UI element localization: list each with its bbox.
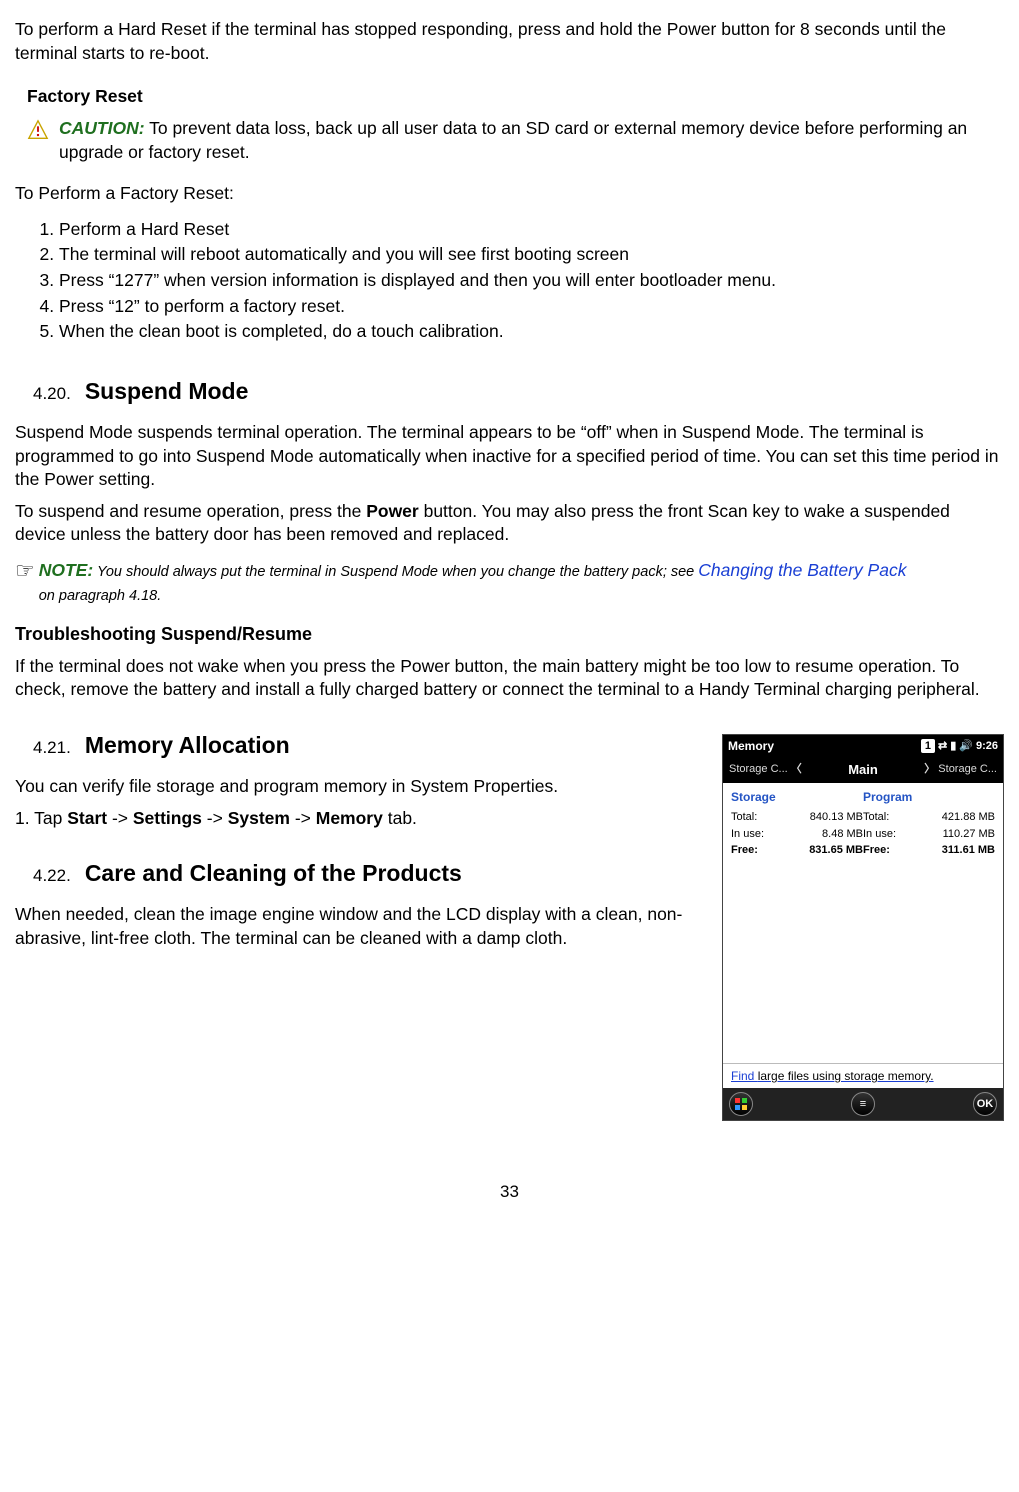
caution-block: CAUTION: To prevent data loss, back up a… xyxy=(27,117,1004,164)
ss-storage-head: Storage xyxy=(731,789,863,805)
ss-badge: 1 xyxy=(921,739,935,754)
ss-nav-left[interactable]: Storage C... 〈 xyxy=(729,762,802,777)
intro-paragraph: To perform a Hard Reset if the terminal … xyxy=(15,18,1004,65)
ss-status-icons: 1 ⇄ ▮ 🔊 9:26 xyxy=(921,739,998,754)
ss-titlebar: Memory 1 ⇄ ▮ 🔊 9:26 xyxy=(723,735,1003,757)
ss-program-col: Program Total:421.88 MB In use:110.27 MB… xyxy=(863,789,995,860)
chevron-left-icon: 〈 xyxy=(791,763,802,775)
pointing-hand-icon: ☞ xyxy=(15,560,35,582)
section-title: Memory Allocation xyxy=(85,730,290,761)
section-4-20-heading: 4.20. Suspend Mode xyxy=(33,376,1004,407)
caution-icon xyxy=(27,119,49,141)
list-item: The terminal will reboot automatically a… xyxy=(59,243,1004,267)
ss-time: 9:26 xyxy=(976,739,998,754)
to-perform-label: To Perform a Factory Reset: xyxy=(15,182,1004,206)
section-4-21-heading: 4.21. Memory Allocation xyxy=(33,730,708,761)
troubleshoot-text: If the terminal does not wake when you p… xyxy=(15,655,1004,702)
chevron-right-icon: 〉 xyxy=(924,763,935,775)
ss-nav-current: Main xyxy=(848,761,878,779)
ss-nav-right[interactable]: 〉 Storage C... xyxy=(924,762,997,777)
connectivity-icon: ⇄ xyxy=(938,739,947,754)
section-number: 4.22. xyxy=(33,865,71,888)
ss-tab-nav: Storage C... 〈 Main 〉 Storage C... xyxy=(723,757,1003,783)
section-number: 4.21. xyxy=(33,737,71,760)
caution-text: CAUTION: To prevent data loss, back up a… xyxy=(59,117,1004,164)
ss-find-link[interactable]: Find large files using storage memory. xyxy=(723,1063,1003,1088)
list-item: Press “1277” when version information is… xyxy=(59,269,1004,293)
section-title: Suspend Mode xyxy=(85,376,249,407)
section-4-22-heading: 4.22. Care and Cleaning of the Products xyxy=(33,858,708,889)
note-label: NOTE: xyxy=(39,560,93,580)
ss-storage-col: Storage Total:840.13 MB In use:8.48 MB F… xyxy=(731,789,863,860)
section-number: 4.20. xyxy=(33,383,71,406)
ss-program-head: Program xyxy=(863,789,995,805)
ss-spacer xyxy=(723,863,1003,1063)
troubleshoot-heading: Troubleshooting Suspend/Resume xyxy=(15,622,1004,646)
page-number: 33 xyxy=(15,1181,1004,1204)
list-item: Press “12” to perform a factory reset. xyxy=(59,295,1004,319)
ok-button[interactable]: OK xyxy=(973,1092,997,1116)
ss-columns: Storage Total:840.13 MB In use:8.48 MB F… xyxy=(723,783,1003,864)
ss-bottombar: ≡ OK xyxy=(723,1088,1003,1120)
list-item: Perform a Hard Reset xyxy=(59,218,1004,242)
suspend-paragraph-2: To suspend and resume operation, press t… xyxy=(15,500,1004,547)
memory-screenshot: Memory 1 ⇄ ▮ 🔊 9:26 Storage C... 〈 Main … xyxy=(722,734,1004,1122)
speaker-icon: 🔊 xyxy=(959,739,973,754)
signal-icon: ▮ xyxy=(950,739,956,754)
note-block: ☞ NOTE: You should always put the termin… xyxy=(15,559,1004,606)
note-link[interactable]: Changing the Battery Pack xyxy=(698,560,906,580)
factory-reset-heading: Factory Reset xyxy=(27,85,1004,109)
ss-title: Memory xyxy=(728,738,774,754)
caution-label: CAUTION: xyxy=(59,118,145,138)
windows-start-icon[interactable] xyxy=(729,1092,753,1116)
section-title: Care and Cleaning of the Products xyxy=(85,858,462,889)
list-item: When the clean boot is completed, do a t… xyxy=(59,320,1004,344)
factory-reset-steps: Perform a Hard Reset The terminal will r… xyxy=(37,218,1004,344)
suspend-paragraph-1: Suspend Mode suspends terminal operation… xyxy=(15,421,1004,492)
menu-icon[interactable]: ≡ xyxy=(851,1092,875,1116)
